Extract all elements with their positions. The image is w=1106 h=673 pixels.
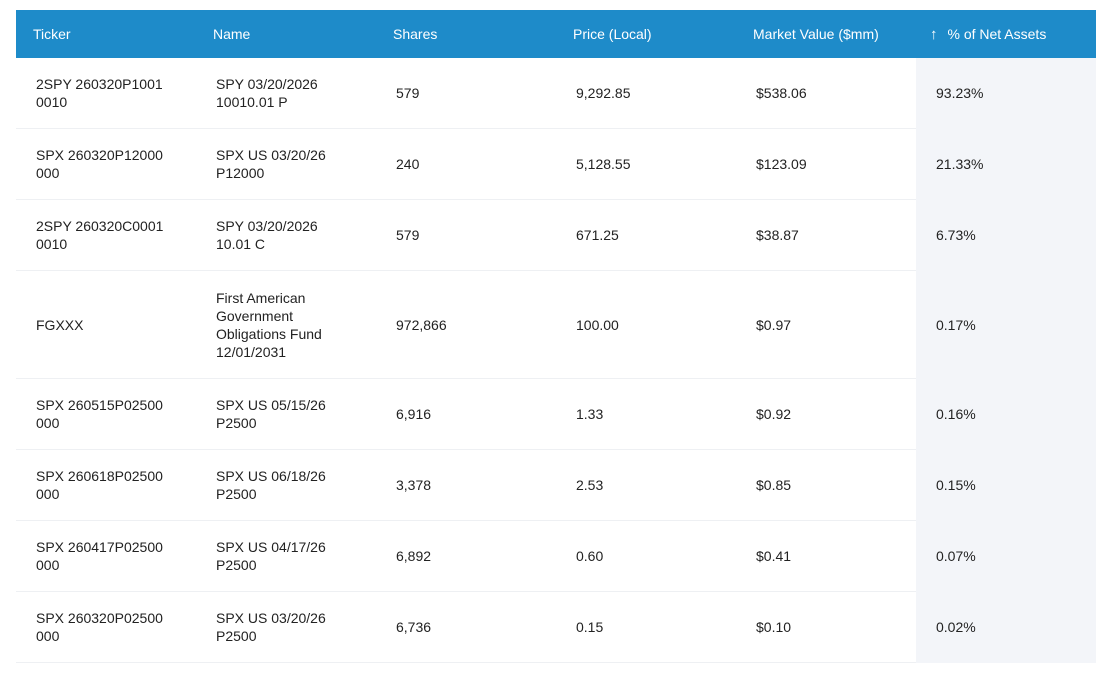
- table-row: SPX 260618P02500000 SPX US 06/18/26 P250…: [16, 449, 1096, 521]
- shares-cell: 972,866: [376, 270, 556, 379]
- market-value-cell: $538.06: [736, 58, 916, 129]
- table-header: Ticker Name Shares Price (Local) Market …: [16, 10, 1096, 58]
- holdings-table: Ticker Name Shares Price (Local) Market …: [16, 10, 1096, 663]
- ticker-cell: 2SPY 260320C00010010: [16, 199, 196, 271]
- shares-cell: 3,378: [376, 449, 556, 521]
- column-header-name[interactable]: Name: [196, 10, 376, 58]
- price-cell: 2.53: [556, 449, 736, 521]
- name-cell: SPY 03/20/2026 10.01 C: [196, 199, 376, 271]
- name-cell: SPX US 03/20/26 P12000: [196, 128, 376, 200]
- ticker-cell: FGXXX: [16, 270, 196, 379]
- price-cell: 0.15: [556, 591, 736, 663]
- table-row: SPX 260515P02500000 SPX US 05/15/26 P250…: [16, 378, 1096, 450]
- name-cell: SPX US 04/17/26 P2500: [196, 520, 376, 592]
- pct-net-assets-cell: 21.33%: [916, 128, 1096, 200]
- market-value-cell: $0.41: [736, 520, 916, 592]
- price-cell: 9,292.85: [556, 58, 736, 129]
- market-value-cell: $38.87: [736, 199, 916, 271]
- name-cell: SPX US 05/15/26 P2500: [196, 378, 376, 450]
- market-value-cell: $0.97: [736, 270, 916, 379]
- pct-net-assets-cell: 0.17%: [916, 270, 1096, 379]
- shares-cell: 6,736: [376, 591, 556, 663]
- name-cell: SPX US 06/18/26 P2500: [196, 449, 376, 521]
- column-header-shares[interactable]: Shares: [376, 10, 556, 58]
- shares-cell: 240: [376, 128, 556, 200]
- table-row: SPX 260417P02500000 SPX US 04/17/26 P250…: [16, 520, 1096, 592]
- price-cell: 5,128.55: [556, 128, 736, 200]
- pct-net-assets-cell: 0.16%: [916, 378, 1096, 450]
- shares-cell: 579: [376, 199, 556, 271]
- table-row: 2SPY 260320C00010010 SPY 03/20/2026 10.0…: [16, 199, 1096, 271]
- name-cell: SPX US 03/20/26 P2500: [196, 591, 376, 663]
- table-row: 2SPY 260320P10010010 SPY 03/20/2026 1001…: [16, 58, 1096, 129]
- table-row: SPX 260320P02500000 SPX US 03/20/26 P250…: [16, 591, 1096, 663]
- arrow-up-icon: ↑: [930, 25, 938, 43]
- table-row: FGXXX First American Government Obligati…: [16, 270, 1096, 379]
- price-cell: 671.25: [556, 199, 736, 271]
- ticker-cell: SPX 260320P02500000: [16, 591, 196, 663]
- name-cell: SPY 03/20/2026 10010.01 P: [196, 58, 376, 129]
- pct-net-assets-cell: 0.07%: [916, 520, 1096, 592]
- column-header-pct-label: % of Net Assets: [947, 25, 1047, 42]
- header-row: Ticker Name Shares Price (Local) Market …: [16, 10, 1096, 58]
- ticker-cell: SPX 260515P02500000: [16, 378, 196, 450]
- shares-cell: 6,916: [376, 378, 556, 450]
- table-row: SPX 260320P12000000 SPX US 03/20/26 P120…: [16, 128, 1096, 200]
- column-header-price[interactable]: Price (Local): [556, 10, 736, 58]
- column-header-pct-net-assets[interactable]: ↑ % of Net Assets: [916, 10, 1096, 58]
- ticker-cell: SPX 260417P02500000: [16, 520, 196, 592]
- holdings-table-container: Ticker Name Shares Price (Local) Market …: [16, 10, 1096, 663]
- shares-cell: 6,892: [376, 520, 556, 592]
- shares-cell: 579: [376, 58, 556, 129]
- pct-net-assets-cell: 93.23%: [916, 58, 1096, 129]
- ticker-cell: SPX 260320P12000000: [16, 128, 196, 200]
- table-body: 2SPY 260320P10010010 SPY 03/20/2026 1001…: [16, 58, 1096, 663]
- price-cell: 0.60: [556, 520, 736, 592]
- market-value-cell: $0.92: [736, 378, 916, 450]
- column-header-market-value[interactable]: Market Value ($mm): [736, 10, 916, 58]
- pct-net-assets-cell: 6.73%: [916, 199, 1096, 271]
- market-value-cell: $123.09: [736, 128, 916, 200]
- market-value-cell: $0.10: [736, 591, 916, 663]
- ticker-cell: SPX 260618P02500000: [16, 449, 196, 521]
- market-value-cell: $0.85: [736, 449, 916, 521]
- pct-net-assets-cell: 0.15%: [916, 449, 1096, 521]
- ticker-cell: 2SPY 260320P10010010: [16, 58, 196, 129]
- price-cell: 1.33: [556, 378, 736, 450]
- pct-net-assets-cell: 0.02%: [916, 591, 1096, 663]
- price-cell: 100.00: [556, 270, 736, 379]
- column-header-ticker[interactable]: Ticker: [16, 10, 196, 58]
- name-cell: First American Government Obligations Fu…: [196, 270, 376, 379]
